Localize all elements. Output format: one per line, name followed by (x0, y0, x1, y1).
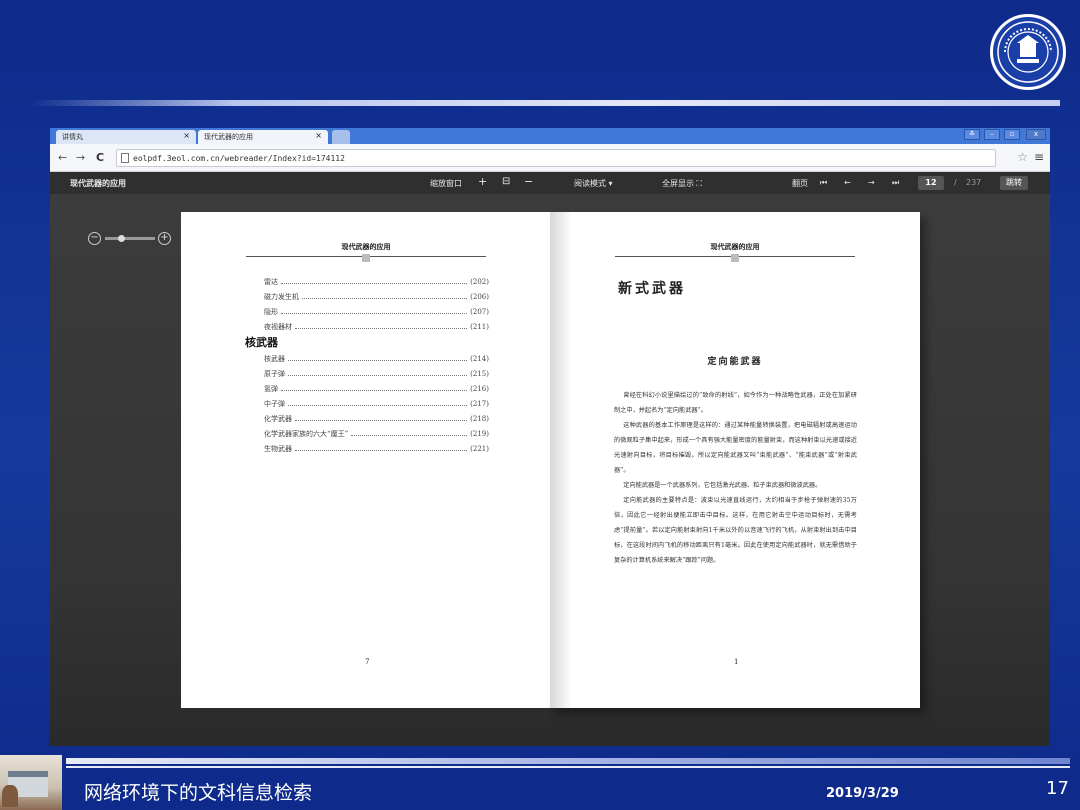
toc-row[interactable]: 核武器 (214) (245, 351, 489, 366)
tab-bar: 讲情丸 × 现代武器的应用 × ≛ – ▫ x (50, 128, 1050, 144)
first-page-icon[interactable]: ⏮ (820, 178, 827, 188)
document-viewer: − + 现代武器的应用 雷达 (202) 磁力发生机 (206) 隐形 (207) 夜… (50, 194, 1050, 746)
back-icon[interactable]: ← (58, 151, 67, 164)
address-bar: ← → C eolpdf.3eol.com.cn/webreader/Index… (50, 144, 1050, 172)
minimize-icon[interactable]: – (984, 129, 1000, 140)
zoom-minus-icon[interactable]: − (88, 232, 101, 245)
fullscreen-label: 全屏显示 (662, 179, 694, 188)
close-tab-2-icon[interactable]: × (315, 131, 322, 140)
user-icon[interactable]: ≛ (964, 129, 980, 140)
page-separator: / (954, 178, 957, 187)
slide-number: 17 (1046, 778, 1069, 799)
read-mode-label: 阅读模式 (574, 179, 606, 188)
tree-shape (2, 785, 18, 807)
last-page-icon[interactable]: ⏭ (892, 178, 899, 188)
fit-page-icon[interactable]: ⊟ (502, 176, 510, 187)
slide-top-divider (30, 100, 1060, 106)
right-page-number: 1 (734, 658, 739, 666)
prev-page-icon[interactable]: ← (844, 178, 851, 187)
toc-row[interactable]: 夜视器材 (211) (245, 319, 489, 334)
total-pages: 237 (966, 178, 982, 187)
toc-row[interactable]: 磁力发生机 (206) (245, 289, 489, 304)
paragraph: 这种武器的基本工作原理是这样的：通过某种能量转换装置，把电磁辐射或高速运动的微观… (614, 422, 857, 474)
zoom-track[interactable] (105, 237, 155, 240)
reader-toolbar: 现代武器的应用 缩放窗口 + ⊟ − 阅读模式 ▾ 全屏显示 ⛶ 翻页 ⏮ ← … (50, 172, 1050, 194)
browser-tab-1[interactable]: 讲情丸 × (56, 130, 196, 144)
slide-bottom-divider (66, 758, 1070, 764)
menu-icon[interactable]: ≡ (1034, 150, 1044, 164)
toc-row[interactable]: 化学武器 (218) (245, 411, 489, 426)
zoom-slider[interactable]: − + (88, 232, 172, 245)
toc-row[interactable]: 氢弹 (216) (245, 381, 489, 396)
toc-row[interactable]: 化学武器家族的六大“魔王” (219) (245, 426, 489, 441)
slide-bottom-divider-thin (66, 766, 1070, 768)
url-text: eolpdf.3eol.com.cn/webreader/Index?id=17… (133, 153, 345, 163)
chapter-title: 新式武器 (618, 281, 686, 297)
footer-date: 2019/3/29 (826, 786, 899, 801)
jump-button[interactable]: 跳转 (1000, 176, 1028, 190)
forward-icon[interactable]: → (76, 151, 85, 164)
section-title: 定向能武器 (707, 357, 763, 367)
toc-row[interactable]: 原子弹 (215) (245, 366, 489, 381)
right-page: 现代武器的应用 新式武器 定向能武器 曾经在科幻小说里描绘过的“致命的射线”，如… (550, 212, 920, 708)
browser-window: 讲情丸 × 现代武器的应用 × ≛ – ▫ x ← → C eolpdf.3eo… (50, 128, 1050, 746)
read-mode-dropdown[interactable]: 阅读模式 ▾ (574, 178, 613, 189)
toc-row[interactable]: 雷达 (202) (245, 274, 489, 289)
reload-icon[interactable]: C (96, 151, 104, 164)
fullscreen-button[interactable]: 全屏显示 ⛶ (662, 178, 702, 189)
footer-title: 网络环境下的文科信息检索 (84, 782, 313, 804)
book-title: 现代武器的应用 (70, 179, 126, 188)
toc-row[interactable]: 中子弹 (217) (245, 396, 489, 411)
tab-2-label: 现代武器的应用 (204, 133, 253, 141)
browser-tab-2[interactable]: 现代武器的应用 × (198, 130, 328, 144)
page-marker (362, 254, 370, 262)
paragraph: 曾经在科幻小说里描绘过的“致命的射线”，如今作为一种战略性武器，正处在加紧研制之… (614, 392, 857, 414)
toc-section-heading: 核武器 (245, 336, 278, 349)
page-turn-label: 翻页 (792, 179, 808, 188)
university-logo (990, 14, 1066, 90)
campus-photo (0, 755, 62, 810)
zoom-in-icon[interactable]: + (478, 175, 487, 188)
page-icon (121, 153, 129, 163)
zoom-out-icon[interactable]: − (524, 175, 533, 188)
tab-1-label: 讲情丸 (62, 133, 83, 141)
left-page-number: 7 (365, 658, 370, 666)
restore-icon[interactable]: ▫ (1004, 129, 1020, 140)
next-page-icon[interactable]: → (868, 178, 875, 187)
zoom-window-button[interactable]: 缩放窗口 (430, 178, 462, 189)
bookmark-star-icon[interactable]: ☆ (1017, 150, 1028, 164)
new-tab-button[interactable] (332, 130, 350, 144)
page-marker (731, 254, 739, 262)
page-number-input[interactable]: 12 (918, 176, 944, 190)
zoom-handle[interactable] (118, 235, 125, 242)
paragraph: 定向能武器的主要特点是：波束以光速直线运行，大约相当于步枪子弹射速的35万倍，因… (614, 497, 857, 564)
body-text: 曾经在科幻小说里描绘过的“致命的射线”，如今作为一种战略性武器，正处在加紧研制之… (614, 388, 857, 568)
left-page: 现代武器的应用 雷达 (202) 磁力发生机 (206) 隐形 (207) 夜视器材(… (181, 212, 551, 708)
paragraph: 定向能武器是一个武器系列，它包括激光武器、粒子束武器和微波武器。 (623, 482, 822, 489)
window-close-icon[interactable]: x (1026, 129, 1046, 140)
table-of-contents: 雷达 (202) 磁力发生机 (206) 隐形 (207) 夜视器材 (211) 核武器… (245, 274, 489, 456)
toc-row[interactable]: 生物武器 (221) (245, 441, 489, 456)
close-tab-1-icon[interactable]: × (183, 131, 190, 140)
url-input[interactable]: eolpdf.3eol.com.cn/webreader/Index?id=17… (116, 149, 996, 167)
zoom-plus-icon[interactable]: + (158, 232, 171, 245)
toc-row[interactable]: 隐形 (207) (245, 304, 489, 319)
